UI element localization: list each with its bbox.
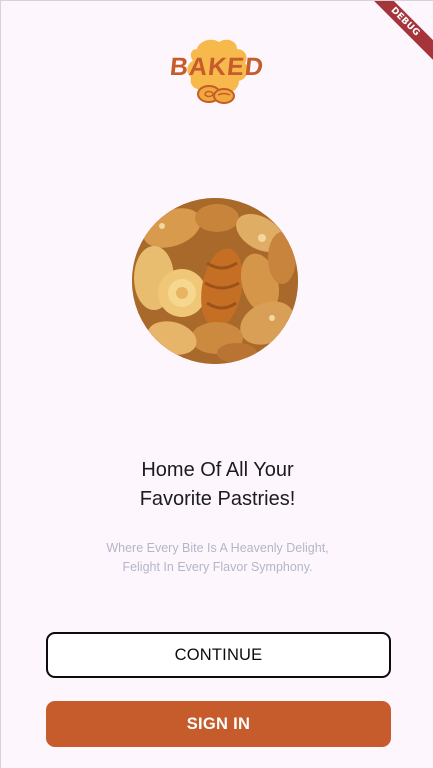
logo-text: BAKED [168,53,266,81]
pastries-image [132,198,298,364]
title-line-1: Home Of All Your [141,459,294,481]
continue-button[interactable]: CONTINUE [46,632,391,678]
title-line-2: Favorite Pastries! [139,488,296,510]
welcome-screen: DEBUG BAKED Home Of All Your Favorite Pa… [0,0,433,768]
page-title: Home Of All Your Favorite Pastries! [41,456,394,514]
sign-in-button[interactable]: SIGN IN [46,701,391,747]
page-subtitle: Where Every Bite Is A Heavenly Delight, … [41,539,394,577]
debug-banner: DEBUG [361,1,433,66]
subtitle-line-1: Where Every Bite Is A Heavenly Delight, [106,541,329,555]
pastries-photo-icon [132,198,298,364]
subtitle-line-2: Felight In Every Flavor Symphony. [122,560,313,574]
app-logo: BAKED [161,35,273,111]
